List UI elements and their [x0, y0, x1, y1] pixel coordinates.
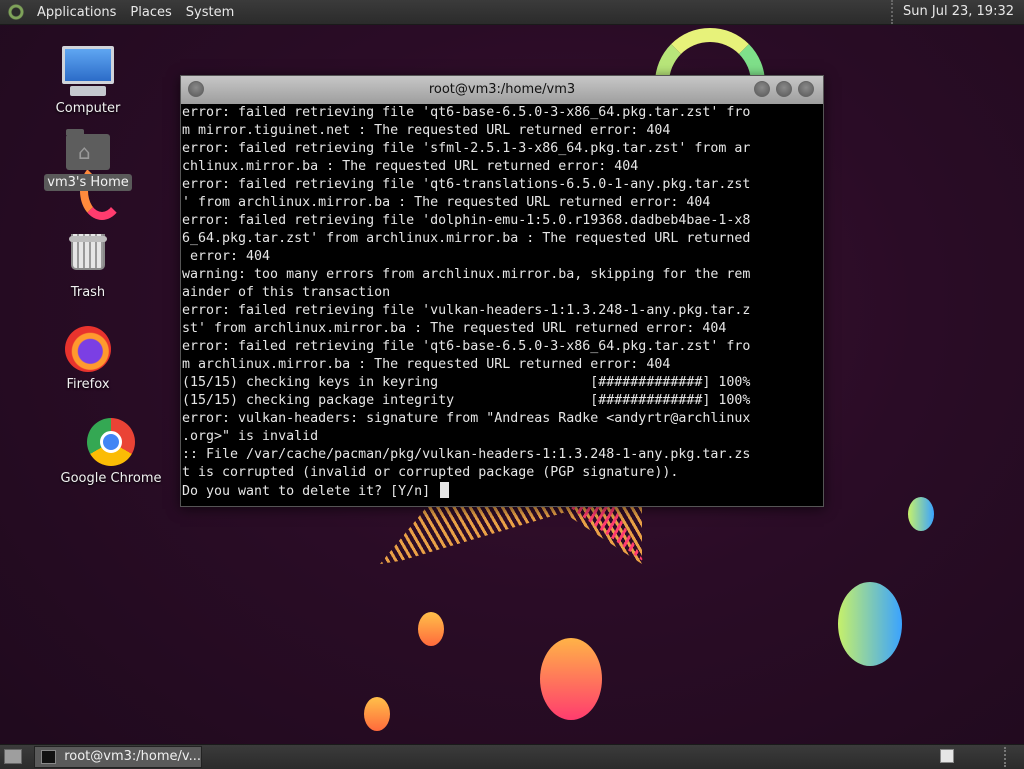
desktop-icon-firefox[interactable]: Firefox [38, 326, 138, 393]
terminal-line: m mirror.tiguinet.net : The requested UR… [182, 123, 671, 138]
desktop-icon-label: Computer [55, 101, 121, 116]
desktop-icon-trash[interactable]: Trash [38, 226, 138, 301]
terminal-line: Do you want to delete it? [Y/n] [182, 482, 823, 501]
home-folder-icon: ⌂ [66, 129, 110, 170]
firefox-icon [65, 326, 111, 372]
terminal-line: (15/15) checking package integrity [####… [182, 393, 751, 408]
terminal-line: chlinux.mirror.ba : The requested URL re… [182, 159, 639, 174]
menu-places[interactable]: Places [123, 5, 178, 20]
terminal-line: error: failed retrieving file 'vulkan-he… [182, 303, 751, 318]
desktop-icon-label: vm3's Home [44, 174, 132, 191]
desktop-icon-computer[interactable]: Computer [38, 46, 138, 117]
terminal-line: error: failed retrieving file 'qt6-trans… [182, 177, 751, 192]
workspace-switcher-icon[interactable] [940, 749, 954, 763]
wallpaper-blob-shape [418, 612, 444, 646]
window-menu-button[interactable] [188, 81, 204, 97]
terminal-line: error: failed retrieving file 'qt6-base-… [182, 339, 751, 354]
terminal-window[interactable]: root@vm3:/home/vm3 error: failed retriev… [180, 75, 824, 507]
terminal-line: warning: too many errors from archlinux.… [182, 267, 751, 282]
terminal-line: :: File /var/cache/pacman/pkg/vulkan-hea… [182, 447, 751, 462]
wallpaper-blob-shape [908, 497, 934, 531]
terminal-line: (15/15) checking keys in keyring [######… [182, 375, 751, 390]
window-title: root@vm3:/home/vm3 [428, 82, 576, 97]
terminal-line: error: failed retrieving file 'dolphin-e… [182, 213, 751, 228]
close-button[interactable] [798, 81, 814, 97]
desktop-icon-chrome[interactable]: Google Chrome [56, 418, 166, 487]
terminal-line: .org>" is invalid [182, 429, 319, 444]
terminal-line: error: vulkan-headers: signature from "A… [182, 411, 751, 426]
terminal-line: ' from archlinux.mirror.ba : The request… [182, 195, 711, 210]
taskbar-item-label: root@vm3:/home/v... [64, 749, 201, 764]
show-desktop-icon[interactable] [4, 749, 22, 764]
panel-handle-icon [1004, 747, 1010, 767]
wallpaper-blob-shape [838, 582, 902, 666]
desktop-icon-home[interactable]: ⌂ vm3's Home [38, 129, 138, 191]
terminal-line: error: 404 [182, 249, 271, 264]
chrome-icon [87, 418, 135, 466]
minimize-button[interactable] [754, 81, 770, 97]
distro-logo-icon[interactable] [8, 4, 24, 20]
terminal-line: error: failed retrieving file 'qt6-base-… [182, 105, 751, 120]
desktop-icon-label: Firefox [66, 377, 110, 392]
terminal-line: error: failed retrieving file 'sfml-2.5.… [182, 141, 751, 156]
terminal-line: t is corrupted (invalid or corrupted pac… [182, 465, 679, 480]
bottom-panel: root@vm3:/home/v... [0, 744, 1024, 769]
terminal-line: 6_64.pkg.tar.zst' from archlinux.mirror.… [182, 231, 751, 246]
terminal-line: st' from archlinux.mirror.ba : The reque… [182, 321, 727, 336]
maximize-button[interactable] [776, 81, 792, 97]
terminal-icon [41, 750, 57, 764]
terminal-line: ainder of this transaction [182, 285, 391, 300]
taskbar-item-terminal[interactable]: root@vm3:/home/v... [34, 746, 202, 768]
trash-icon [69, 234, 107, 280]
terminal-output[interactable]: error: failed retrieving file 'qt6-base-… [181, 104, 823, 506]
clock[interactable]: Sun Jul 23, 19:32 [891, 0, 1020, 24]
window-titlebar[interactable]: root@vm3:/home/vm3 [181, 76, 823, 104]
wallpaper-blob-shape [540, 638, 602, 720]
wallpaper-blob-shape [364, 697, 390, 731]
terminal-cursor [440, 482, 450, 498]
desktop-icon-label: Trash [70, 285, 106, 300]
terminal-line: m archlinux.mirror.ba : The requested UR… [182, 357, 671, 372]
computer-icon [62, 46, 114, 96]
menu-system[interactable]: System [179, 5, 241, 20]
top-panel: Applications Places System Sun Jul 23, 1… [0, 0, 1024, 25]
desktop-icon-label: Google Chrome [60, 471, 162, 486]
menu-applications[interactable]: Applications [30, 5, 123, 20]
